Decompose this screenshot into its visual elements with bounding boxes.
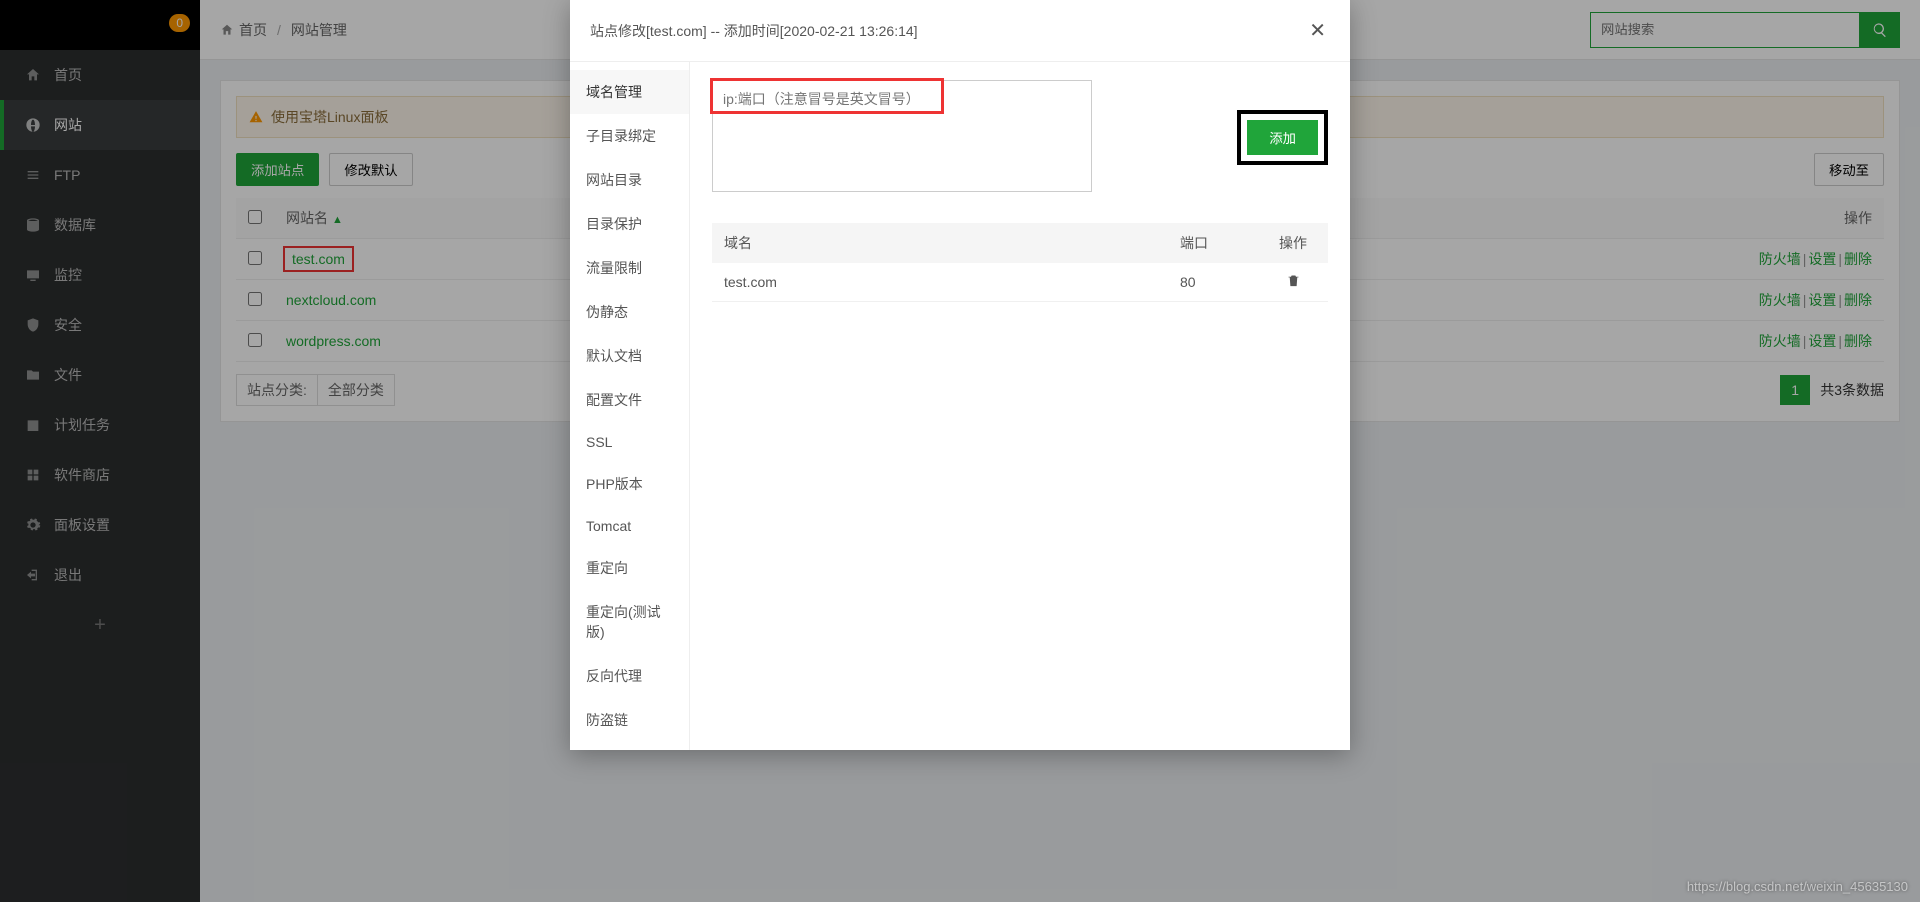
watermark: https://blog.csdn.net/weixin_45635130 xyxy=(1687,879,1908,894)
modal-tab[interactable]: 重定向 xyxy=(570,546,689,590)
modal-tab[interactable]: PHP版本 xyxy=(570,462,689,506)
modal-tab[interactable]: SSL xyxy=(570,422,689,462)
modal-tab[interactable]: Tomcat xyxy=(570,506,689,546)
site-edit-modal: 站点修改[test.com] -- 添加时间[2020-02-21 13:26:… xyxy=(570,0,1350,750)
domain-table: 域名 端口 操作 test.com 80 xyxy=(712,223,1328,302)
modal-sidebar: 域名管理子目录绑定网站目录目录保护流量限制伪静态默认文档配置文件SSLPHP版本… xyxy=(570,62,690,750)
modal-tab[interactable]: 域名管理 xyxy=(570,70,689,114)
modal-tab[interactable]: 流量限制 xyxy=(570,246,689,290)
port-cell: 80 xyxy=(1168,263,1258,302)
domain-row: test.com 80 xyxy=(712,263,1328,302)
modal-title: 站点修改[test.com] -- 添加时间[2020-02-21 13:26:… xyxy=(590,21,918,41)
modal-tab[interactable]: 配置文件 xyxy=(570,378,689,422)
modal-overlay: 站点修改[test.com] -- 添加时间[2020-02-21 13:26:… xyxy=(0,0,1920,902)
highlight-box-add-button: 添加 xyxy=(1237,110,1328,165)
modal-tab[interactable]: 目录保护 xyxy=(570,202,689,246)
modal-main: 添加 域名 端口 操作 test.com xyxy=(690,62,1350,750)
close-icon[interactable]: ✕ xyxy=(1305,14,1330,47)
dcol-domain: 域名 xyxy=(712,223,1168,263)
dcol-port: 端口 xyxy=(1168,223,1258,263)
add-domain-button[interactable]: 添加 xyxy=(1247,120,1318,155)
modal-tab[interactable]: 默认文档 xyxy=(570,334,689,378)
domain-cell: test.com xyxy=(712,263,1168,302)
dcol-op: 操作 xyxy=(1258,223,1328,263)
modal-tab[interactable]: 重定向(测试版) xyxy=(570,590,689,654)
modal-tab[interactable]: 防盗链 xyxy=(570,698,689,742)
trash-icon[interactable] xyxy=(1286,275,1301,291)
modal-tab[interactable]: 网站目录 xyxy=(570,158,689,202)
modal-tab[interactable]: 反向代理 xyxy=(570,654,689,698)
modal-tab[interactable]: 伪静态 xyxy=(570,290,689,334)
modal-tab[interactable]: 子目录绑定 xyxy=(570,114,689,158)
modal-header: 站点修改[test.com] -- 添加时间[2020-02-21 13:26:… xyxy=(570,0,1350,62)
domain-textarea[interactable] xyxy=(712,80,1092,192)
